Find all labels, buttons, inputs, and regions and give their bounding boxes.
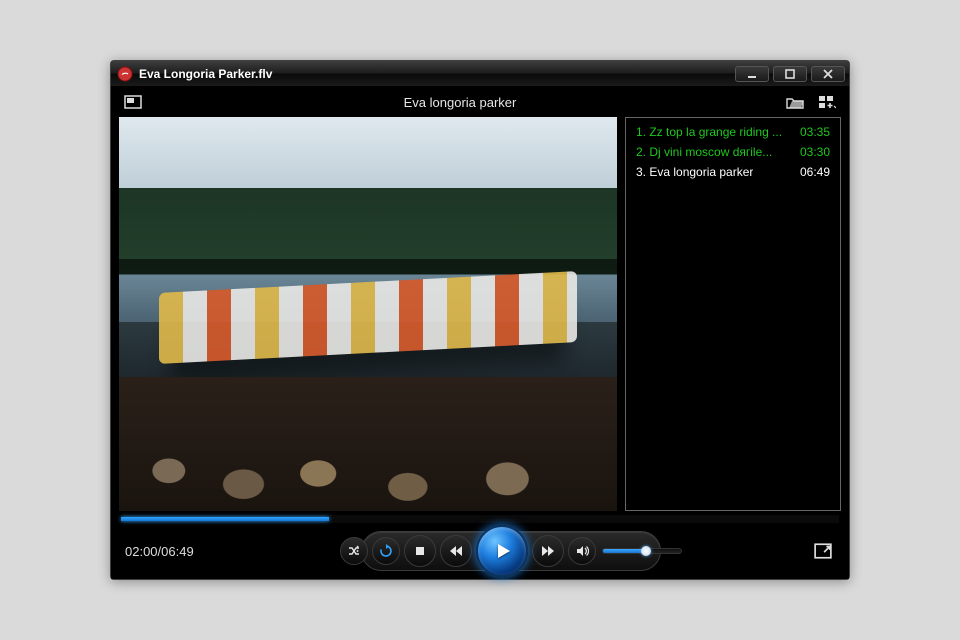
video-frame: [119, 117, 617, 511]
volume-fill: [603, 549, 646, 553]
maximize-button[interactable]: [773, 66, 807, 82]
playlist-item-title: 3. Eva longoria parker: [636, 165, 753, 179]
play-button[interactable]: [476, 525, 528, 577]
seek-progress-fill: [121, 517, 329, 521]
playlist-panel: 1. Zz top la grange riding ... 03:35 2. Dj…: [625, 117, 841, 511]
volume-knob[interactable]: [641, 546, 651, 556]
close-button[interactable]: [811, 66, 845, 82]
repeat-button[interactable]: [372, 537, 400, 565]
playlist-item[interactable]: 2. Dj vini moscow dягile... 03:30: [628, 142, 838, 162]
stop-button[interactable]: [404, 535, 436, 567]
fast-forward-button[interactable]: [532, 535, 564, 567]
open-file-button[interactable]: [783, 92, 807, 112]
transport-cluster: [221, 525, 801, 577]
player-window: Eva Longoria Parker.flv Eva longoria par…: [110, 60, 850, 580]
playlist-item-title: 2. Dj vini moscow dягile...: [636, 145, 772, 159]
aspect-ratio-button[interactable]: [121, 92, 145, 112]
playlist-item-duration: 03:30: [800, 145, 830, 159]
titlebar: Eva Longoria Parker.flv: [111, 61, 849, 87]
playlist-item-duration: 03:35: [800, 125, 830, 139]
main-area: 1. Zz top la grange riding ... 03:35 2. Dj…: [111, 117, 849, 511]
video-viewport[interactable]: [119, 117, 617, 511]
shuffle-button[interactable]: [340, 537, 368, 565]
playlist-toggle-button[interactable]: [815, 92, 839, 112]
seek-bar[interactable]: [121, 515, 839, 523]
playlist-item-title: 1. Zz top la grange riding ...: [636, 125, 782, 139]
playlist-item-duration: 06:49: [800, 165, 830, 179]
now-playing-title: Eva longoria parker: [145, 95, 775, 110]
time-display: 02:00/06:49: [125, 544, 211, 559]
playlist-item[interactable]: 3. Eva longoria parker 06:49: [628, 162, 838, 182]
fullscreen-button[interactable]: [811, 541, 835, 561]
app-icon: [117, 66, 133, 82]
window-title: Eva Longoria Parker.flv: [139, 67, 735, 81]
controls-bar: 02:00/06:49: [111, 523, 849, 579]
minimize-button[interactable]: [735, 66, 769, 82]
mute-button[interactable]: [568, 537, 596, 565]
window-buttons: [735, 66, 845, 82]
volume-group: [568, 537, 682, 565]
rewind-button[interactable]: [440, 535, 472, 567]
volume-slider[interactable]: [602, 548, 682, 554]
sub-toolbar: Eva longoria parker: [111, 87, 849, 117]
playlist-item[interactable]: 1. Zz top la grange riding ... 03:35: [628, 122, 838, 142]
